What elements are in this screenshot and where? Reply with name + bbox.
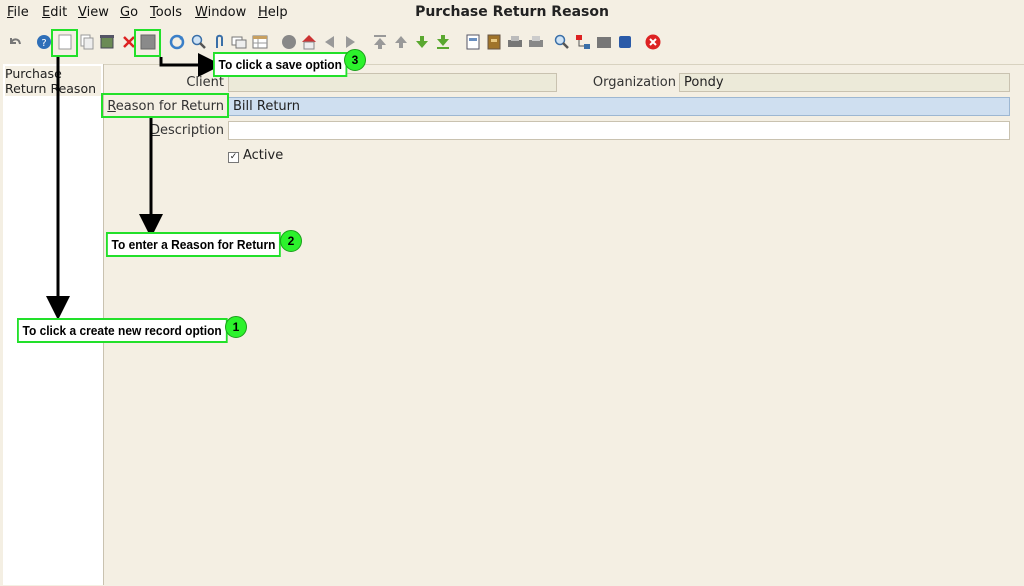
menu-edit[interactable]: Edit	[42, 5, 67, 20]
organization-field[interactable]: Pondy	[679, 73, 1010, 92]
close-window-icon[interactable]	[645, 34, 661, 50]
help-icon[interactable]: ?	[36, 34, 52, 50]
menu-window[interactable]: Window	[195, 5, 246, 20]
callout-enter-reason: To enter a Reason for Return	[106, 232, 281, 257]
tree-item-purchase-return-reason[interactable]: Purchase Return Reason	[5, 66, 101, 96]
client-label: Client	[186, 75, 224, 90]
refresh-icon[interactable]	[169, 34, 185, 50]
last-record-icon[interactable]	[435, 34, 451, 50]
end-icon[interactable]	[617, 34, 633, 50]
undo-icon[interactable]	[7, 34, 23, 50]
active-checkbox[interactable]: ✓	[228, 152, 239, 163]
delete-record-icon[interactable]	[99, 34, 115, 50]
menu-tools[interactable]: Tools	[150, 5, 182, 20]
new-record-highlight	[51, 29, 78, 57]
callout-create-new-record: To click a create new record option	[17, 318, 228, 343]
parent-record-icon[interactable]	[393, 34, 409, 50]
find-icon[interactable]	[191, 34, 207, 50]
svg-text:?: ?	[41, 38, 46, 49]
save-highlight	[134, 29, 161, 57]
menu-bar: File Edit View Go Tools Window Help Purc…	[0, 0, 1024, 26]
history-icon[interactable]	[281, 34, 297, 50]
reason-label-highlight	[101, 93, 229, 118]
menu-file[interactable]: File	[7, 5, 29, 20]
zoom-across-icon[interactable]	[554, 34, 570, 50]
active-label: Active	[243, 148, 284, 163]
chat-icon[interactable]	[231, 34, 247, 50]
step-badge-1: 1	[225, 316, 247, 338]
organization-label: Organization	[592, 75, 676, 90]
next-record-icon[interactable]	[342, 34, 358, 50]
description-label: Description	[149, 123, 224, 138]
product-info-icon[interactable]	[596, 34, 612, 50]
step-badge-2: 2	[280, 230, 302, 252]
step-badge-3: 3	[344, 49, 366, 71]
detail-record-icon[interactable]	[414, 34, 430, 50]
menu-view[interactable]: View	[78, 5, 109, 20]
first-record-icon[interactable]	[372, 34, 388, 50]
attachment-icon[interactable]	[211, 34, 227, 50]
copy-record-icon[interactable]	[79, 34, 95, 50]
reason-for-return-input[interactable]: Bill Return	[228, 97, 1010, 116]
active-checkbox-row: ✓ Active	[228, 148, 283, 163]
print-preview-icon[interactable]	[507, 34, 523, 50]
description-input[interactable]	[228, 121, 1010, 140]
home-icon[interactable]	[301, 34, 317, 50]
previous-record-icon[interactable]	[322, 34, 338, 50]
print-icon[interactable]	[528, 34, 544, 50]
menu-go[interactable]: Go	[120, 5, 138, 20]
archive-icon[interactable]	[486, 34, 502, 50]
workflow-icon[interactable]	[575, 34, 591, 50]
menu-help[interactable]: Help	[258, 5, 288, 20]
report-icon[interactable]	[465, 34, 481, 50]
callout-save-option: To click a save option	[213, 52, 348, 77]
grid-toggle-icon[interactable]	[252, 34, 268, 50]
